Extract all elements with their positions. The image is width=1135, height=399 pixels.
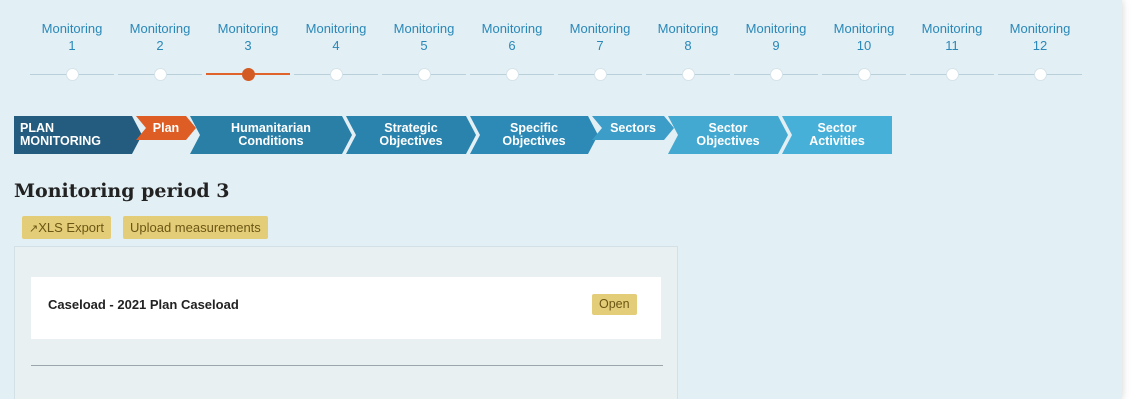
crumb-line2: Activities [809,134,865,148]
step-dot[interactable] [594,68,607,81]
tab-label: Monitoring [217,21,279,36]
tab-number: 11 [945,38,959,53]
crumb-line1: Sector [817,121,857,135]
monitoring-tab-9[interactable]: Monitoring 9 [732,20,820,54]
tab-label: Monitoring [481,21,543,36]
monitoring-tab-12[interactable]: Monitoring 12 [996,20,1084,54]
tab-number: 5 [420,38,428,53]
tab-label: Monitoring [1009,21,1071,36]
step-dot[interactable] [154,68,167,81]
upload-measurements-button[interactable]: Upload measurements [123,216,268,239]
crumb-sector-objectives[interactable]: Sector Objectives [668,116,788,154]
caseload-card: Caseload - 2021 Plan Caseload Open [31,277,661,339]
external-link-icon: ↗ [29,223,39,235]
tab-label: Monitoring [129,21,191,36]
crumb-line1: Sector [708,121,748,135]
step-dot[interactable] [1034,68,1047,81]
tab-number: 7 [596,38,604,53]
step-dot[interactable] [858,68,871,81]
tab-number: 12 [1032,38,1048,53]
step-dot[interactable] [682,68,695,81]
open-button[interactable]: Open [592,294,637,315]
crumb-line1: Strategic [384,121,438,135]
caseload-title: Caseload - 2021 Plan Caseload [48,297,239,312]
tab-label: Monitoring [305,21,367,36]
upload-label: Upload measurements [130,220,261,235]
monitoring-tab-4[interactable]: Monitoring 4 [292,20,380,54]
tab-number: 1 [68,38,76,53]
monitoring-tab-7[interactable]: Monitoring 7 [556,20,644,54]
monitoring-tab-3[interactable]: Monitoring 3 [204,20,292,54]
crumb-line1: Plan [152,120,180,135]
step-dot[interactable] [946,68,959,81]
tab-number: 8 [684,38,692,53]
step-dot[interactable] [770,68,783,81]
caseload-panel: Caseload - 2021 Plan Caseload Open [14,246,678,399]
crumb-line1: Specific [510,121,558,135]
tab-number: 9 [772,38,780,53]
tab-label: Monitoring [833,21,895,36]
crumb-line1: Sectors [610,120,656,135]
crumb-line2: Objectives [379,134,443,148]
monitoring-tab-11[interactable]: Monitoring 11 [908,20,996,54]
monitoring-tab-5[interactable]: Monitoring 5 [380,20,468,54]
monitoring-tab-10[interactable]: Monitoring 10 [820,20,908,54]
tab-label: Monitoring [569,21,631,36]
tab-label: Monitoring [745,21,807,36]
crumb-sector-activities[interactable]: Sector Activities [782,116,892,154]
step-dot[interactable] [330,68,343,81]
xls-export-button[interactable]: ↗XLS Export [22,216,111,239]
monitoring-tab-6[interactable]: Monitoring 6 [468,20,556,54]
crumb-plan[interactable]: Plan [136,116,196,140]
app-frame: Monitoring 1 Monitoring 2 Monitoring 3 Moni… [0,0,1122,399]
monitoring-tab-1[interactable]: Monitoring 1 [28,20,116,54]
tab-number: 10 [856,38,872,53]
tab-label: Monitoring [41,21,103,36]
crumb-line2: MONITORING [20,134,102,148]
crumb-line2: Objectives [696,134,760,148]
tab-number: 4 [332,38,340,53]
monitoring-tab-2[interactable]: Monitoring 2 [116,20,204,54]
monitoring-tab-8[interactable]: Monitoring 8 [644,20,732,54]
crumb-plan-monitoring[interactable]: PLAN MONITORING [14,116,142,154]
tab-label: Monitoring [393,21,455,36]
crumb-line2: Objectives [502,134,566,148]
step-dot[interactable] [506,68,519,81]
xls-export-label: XLS Export [38,220,104,235]
page-title: Monitoring period 3 [14,180,230,202]
step-dot-active[interactable] [242,68,255,81]
crumb-line1: PLAN [20,121,55,135]
tab-number: 2 [156,38,164,53]
divider [31,365,663,366]
tab-label: Monitoring [921,21,983,36]
step-dot[interactable] [418,68,431,81]
crumb-line2: Conditions [238,134,304,148]
crumb-humanitarian-conditions[interactable]: Humanitarian Conditions [190,116,352,154]
tab-label: Monitoring [657,21,719,36]
crumb-line1: Humanitarian [231,121,311,135]
tab-number: 3 [244,38,252,53]
crumb-sectors[interactable]: Sectors [592,116,674,140]
crumb-specific-objectives[interactable]: Specific Objectives [470,116,598,154]
step-dot[interactable] [66,68,79,81]
crumb-strategic-objectives[interactable]: Strategic Objectives [346,116,476,154]
tab-number: 6 [508,38,516,53]
